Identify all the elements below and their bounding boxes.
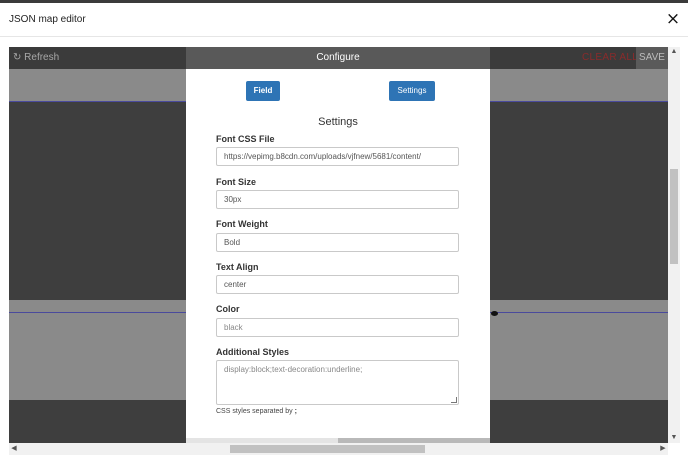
font-size-input[interactable]: 30px [216, 190, 459, 209]
css-help-separator: ; [294, 408, 297, 415]
save-button[interactable]: SAVE [636, 47, 668, 69]
css-help-text: CSS styles separated by ; [216, 408, 297, 415]
map-editor-canvas: ↻ Refresh CLEAR ALL SAVE Configure Field… [9, 47, 668, 443]
scroll-right-arrow-icon[interactable]: ▶ [658, 443, 668, 455]
font-css-file-label: Font CSS File [216, 134, 275, 144]
dialog-title: JSON map editor [9, 14, 86, 25]
horizontal-scrollbar[interactable]: ◀ ▶ [9, 443, 668, 455]
scroll-left-arrow-icon[interactable]: ◀ [9, 443, 19, 455]
vertical-scrollbar[interactable]: ▲ ▼ [668, 47, 680, 443]
scroll-up-arrow-icon[interactable]: ▲ [668, 47, 680, 57]
text-align-label: Text Align [216, 262, 259, 272]
additional-styles-label: Additional Styles [216, 347, 290, 357]
additional-styles-textarea[interactable]: display:block;text-decoration:underline; [216, 360, 459, 405]
color-label: Color [216, 304, 240, 314]
css-help-message: CSS styles separated by [216, 408, 293, 415]
configure-panel-title: Configure [186, 47, 490, 69]
scroll-down-arrow-icon[interactable]: ▼ [668, 433, 680, 443]
font-css-file-input[interactable]: https://vepimg.b8cdn.com/uploads/vjfnew/… [216, 147, 459, 166]
additional-styles-placeholder: display:block;text-decoration:underline; [224, 365, 363, 374]
resize-grip-icon[interactable] [451, 397, 457, 403]
clear-all-button[interactable]: CLEAR ALL [582, 52, 638, 63]
font-size-label: Font Size [216, 177, 256, 187]
settings-heading: Settings [318, 116, 358, 128]
horizontal-scroll-thumb[interactable] [230, 445, 425, 453]
font-weight-label: Font Weight [216, 219, 268, 229]
dialog-titlebar: JSON map editor × [0, 3, 688, 37]
color-input[interactable]: black [216, 318, 459, 337]
close-icon[interactable]: × [665, 11, 681, 28]
vertical-scroll-thumb[interactable] [670, 169, 678, 264]
field-tab-button[interactable]: Field [246, 81, 280, 101]
configure-panel: Configure Field Settings Settings Font C… [186, 47, 490, 443]
anchor-handle[interactable] [491, 311, 498, 316]
refresh-button[interactable]: ↻ Refresh [13, 52, 59, 63]
settings-tab-button[interactable]: Settings [389, 81, 435, 101]
font-weight-input[interactable]: Bold [216, 233, 459, 252]
text-align-input[interactable]: center [216, 275, 459, 294]
